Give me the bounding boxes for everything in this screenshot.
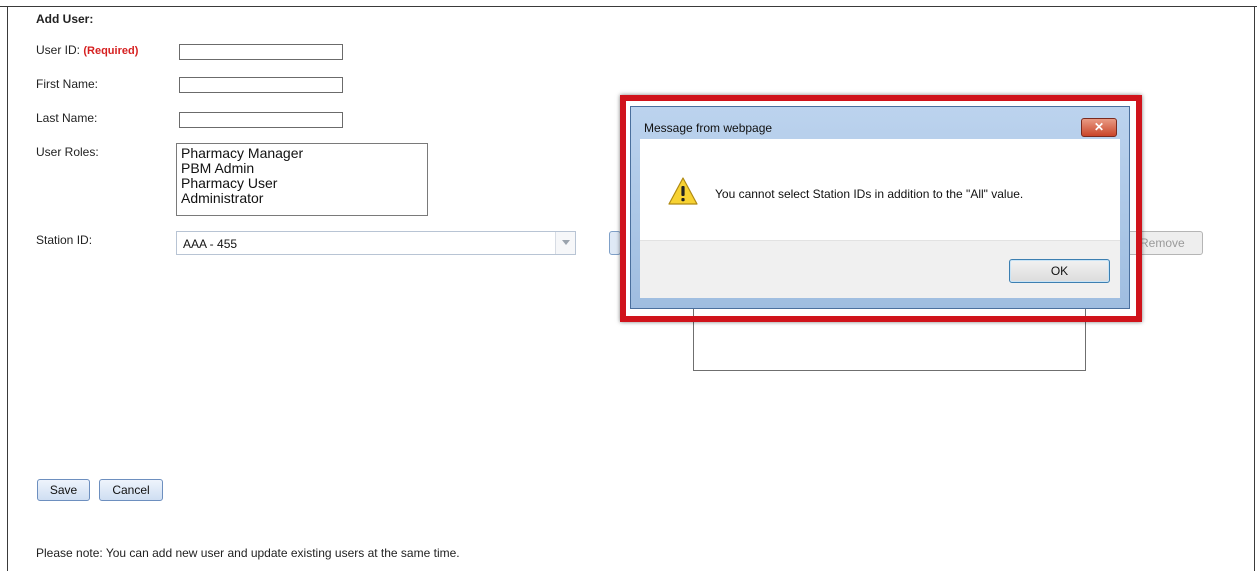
dialog-message: You cannot select Station IDs in additio… xyxy=(715,187,1024,201)
first-name-input[interactable] xyxy=(179,77,343,93)
required-indicator: (Required) xyxy=(83,45,139,57)
user-id-label-text: User ID: xyxy=(36,43,81,57)
role-option[interactable]: Pharmacy User xyxy=(181,176,423,191)
dialog-footer: OK xyxy=(640,240,1120,298)
station-id-value: AAA - 455 xyxy=(183,237,238,251)
form-title: Add User: xyxy=(36,12,94,26)
page-frame-top xyxy=(0,6,1257,7)
page-frame-left xyxy=(7,6,8,571)
ok-button[interactable]: OK xyxy=(1009,259,1110,283)
cancel-button[interactable]: Cancel xyxy=(99,479,163,501)
page-frame-right xyxy=(1254,6,1255,571)
role-option[interactable]: PBM Admin xyxy=(181,161,423,176)
user-id-label: User ID: (Required) xyxy=(36,43,138,57)
close-icon[interactable]: ✕ xyxy=(1081,118,1117,137)
dialog-title: Message from webpage xyxy=(644,121,773,135)
message-dialog: Message from webpage ✕ You cannot select… xyxy=(630,106,1130,309)
station-id-label: Station ID: xyxy=(36,233,93,247)
user-roles-listbox[interactable]: Pharmacy Manager PBM Admin Pharmacy User… xyxy=(176,143,428,216)
last-name-label: Last Name: xyxy=(36,111,98,125)
save-button[interactable]: Save xyxy=(37,479,90,501)
dropdown-arrow-icon[interactable] xyxy=(555,232,575,254)
footer-note: Please note: You can add new user and up… xyxy=(36,546,460,560)
user-roles-label: User Roles: xyxy=(36,145,99,159)
last-name-input[interactable] xyxy=(179,112,343,128)
warning-icon xyxy=(668,177,698,205)
user-id-input[interactable] xyxy=(179,44,343,60)
station-id-select[interactable]: AAA - 455 xyxy=(176,231,576,255)
role-option[interactable]: Administrator xyxy=(181,191,423,206)
first-name-label: First Name: xyxy=(36,77,99,91)
role-option[interactable]: Pharmacy Manager xyxy=(181,146,423,161)
dialog-body: You cannot select Station IDs in additio… xyxy=(640,139,1120,240)
